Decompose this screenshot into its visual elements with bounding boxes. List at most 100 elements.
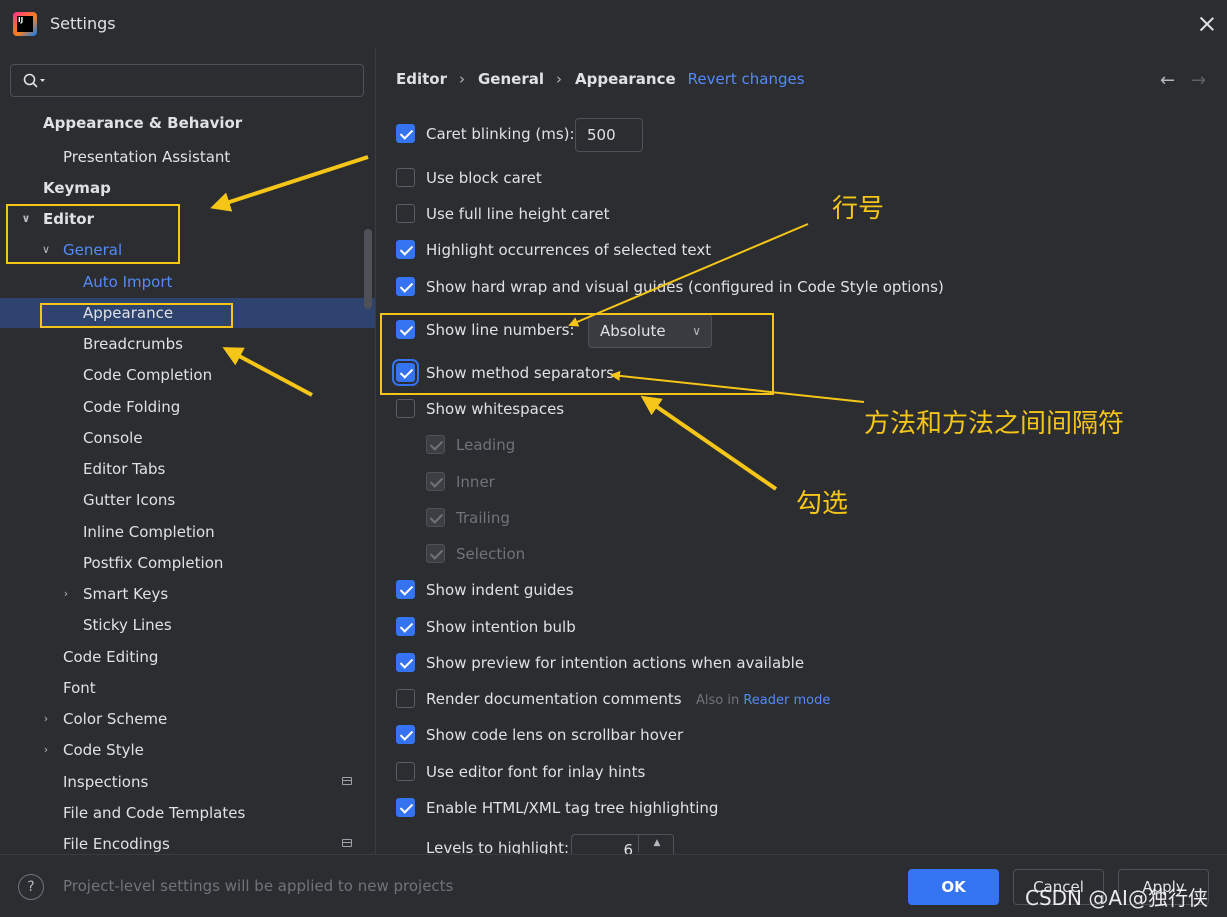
- sidebar-item-label: Font: [63, 679, 96, 697]
- sidebar-item-smart-keys[interactable]: › Smart Keys: [0, 579, 375, 609]
- sidebar-item-file-code-templates[interactable]: File and Code Templates: [0, 798, 375, 828]
- sidebar-item-label: Code Style: [63, 741, 144, 759]
- caret-blinking-field[interactable]: 500: [575, 118, 643, 152]
- checkbox[interactable]: [396, 168, 415, 187]
- window-title: Settings: [50, 14, 116, 33]
- sidebar-item-gutter-icons[interactable]: Gutter Icons: [0, 485, 375, 515]
- levels-to-highlight-label: Levels to highlight:: [426, 839, 570, 854]
- option-label: Highlight occurrences of selected text: [426, 241, 712, 259]
- sidebar-item-label: Inline Completion: [83, 523, 215, 541]
- sidebar-item-code-folding[interactable]: Code Folding: [0, 392, 375, 422]
- checkbox: [426, 472, 445, 491]
- sidebar-item-label: Appearance & Behavior: [43, 114, 243, 132]
- sidebar-item-label: Sticky Lines: [83, 616, 172, 634]
- sidebar-item-code-editing[interactable]: Code Editing: [0, 642, 375, 672]
- checkbox[interactable]: [396, 725, 415, 744]
- option-label: Show preview for intention actions when …: [426, 654, 805, 672]
- sidebar-item-console[interactable]: Console: [0, 423, 375, 453]
- chevron-right-icon[interactable]: ›: [39, 704, 53, 734]
- option-label: Trailing: [456, 509, 510, 527]
- sidebar-item-inline-completion[interactable]: Inline Completion: [0, 517, 375, 547]
- sidebar-item-label: File Encodings: [63, 835, 170, 853]
- search-icon: [23, 73, 45, 88]
- sidebar-item-file-encodings[interactable]: File Encodings: [0, 829, 375, 854]
- settings-sidebar: Appearance & Behavior Presentation Assis…: [0, 48, 375, 854]
- checkbox[interactable]: [396, 240, 415, 259]
- checkbox[interactable]: [396, 124, 415, 143]
- breadcrumb-general[interactable]: General: [478, 70, 544, 88]
- checkbox[interactable]: [396, 204, 415, 223]
- project-settings-icon: [342, 839, 352, 847]
- checkbox[interactable]: [396, 653, 415, 672]
- sidebar-item-label: Smart Keys: [83, 585, 169, 603]
- sidebar-item-postfix-completion[interactable]: Postfix Completion: [0, 548, 375, 578]
- reader-mode-link[interactable]: Reader mode: [743, 693, 830, 708]
- sidebar-item-label: File and Code Templates: [63, 804, 246, 822]
- ok-button[interactable]: OK: [908, 869, 999, 905]
- breadcrumb-separator: ›: [556, 70, 562, 88]
- annotation-check: 勾选: [796, 489, 849, 519]
- option-label: Enable HTML/XML tag tree highlighting: [426, 799, 719, 817]
- sidebar-item-label: Editor Tabs: [83, 460, 166, 478]
- option-label: Use full line height caret: [426, 205, 610, 223]
- checkbox[interactable]: [396, 580, 415, 599]
- breadcrumb-appearance: Appearance: [575, 70, 676, 88]
- sidebar-item-font[interactable]: Font: [0, 673, 375, 703]
- sidebar-item-label: Code Editing: [63, 648, 159, 666]
- sidebar-item-label: Inspections: [63, 773, 149, 791]
- sidebar-item-label: Code Folding: [83, 398, 181, 416]
- breadcrumb-editor[interactable]: Editor: [396, 70, 447, 88]
- back-arrow-icon[interactable]: ←: [1160, 70, 1175, 91]
- option-label: Selection: [456, 545, 526, 563]
- levels-to-highlight-spinner[interactable]: 6 ▲: [571, 834, 674, 854]
- option-label: Use editor font for inlay hints: [426, 763, 646, 781]
- option-label: Caret blinking (ms):: [426, 125, 575, 143]
- sidebar-item-label: Auto Import: [83, 273, 173, 291]
- sidebar-item-code-completion[interactable]: Code Completion: [0, 360, 375, 390]
- spinner-up-icon[interactable]: ▲: [638, 835, 675, 852]
- project-settings-note: Project-level settings will be applied t…: [63, 877, 454, 895]
- chevron-right-icon[interactable]: ›: [59, 579, 73, 609]
- search-input[interactable]: [10, 64, 364, 97]
- option-label: Show hard wrap and visual guides (config…: [426, 278, 944, 296]
- checkbox[interactable]: [396, 277, 415, 296]
- sidebar-item-keymap[interactable]: Keymap: [0, 173, 375, 203]
- sidebar-scrollbar[interactable]: [364, 229, 372, 309]
- sidebar-item-label: Breadcrumbs: [83, 335, 183, 353]
- sidebar-item-auto-import[interactable]: Auto Import: [0, 267, 375, 297]
- option-label: Leading: [456, 436, 516, 454]
- sidebar-item-appearance-behavior[interactable]: Appearance & Behavior: [0, 108, 375, 138]
- sidebar-item-label: Presentation Assistant: [63, 148, 231, 166]
- project-settings-icon: [342, 777, 352, 785]
- sidebar-item-inspections[interactable]: Inspections: [0, 767, 375, 797]
- highlight-box-line-numbers-separators: [380, 313, 774, 395]
- sidebar-item-label: Keymap: [43, 179, 111, 197]
- close-icon[interactable]: [1193, 10, 1221, 38]
- sidebar-item-label: Postfix Completion: [83, 554, 224, 572]
- checkbox[interactable]: [396, 617, 415, 636]
- sidebar-item-color-scheme[interactable]: › Color Scheme: [0, 704, 375, 734]
- chevron-right-icon[interactable]: ›: [39, 735, 53, 765]
- annotation-line-numbers: 行号: [832, 194, 885, 224]
- help-icon[interactable]: ?: [18, 874, 44, 900]
- spinner-value: 6: [623, 841, 633, 854]
- option-label: Show intention bulb: [426, 618, 576, 636]
- settings-content: Editor › General › Appearance Revert changes …: [376, 48, 1227, 854]
- revert-changes-link[interactable]: Revert changes: [688, 70, 805, 88]
- sidebar-item-code-style[interactable]: › Code Style: [0, 735, 375, 765]
- option-label: Show code lens on scrollbar hover: [426, 726, 684, 744]
- checkbox[interactable]: [396, 399, 415, 418]
- sidebar-item-editor-tabs[interactable]: Editor Tabs: [0, 454, 375, 484]
- sidebar-item-presentation-assistant[interactable]: Presentation Assistant: [0, 142, 375, 172]
- checkbox[interactable]: [396, 762, 415, 781]
- sidebar-item-sticky-lines[interactable]: Sticky Lines: [0, 610, 375, 640]
- checkbox[interactable]: [396, 798, 415, 817]
- checkbox: [426, 544, 445, 563]
- watermark: CSDN @AI@独行侠: [1025, 886, 1208, 910]
- option-label: Inner: [456, 473, 495, 491]
- sidebar-item-breadcrumbs[interactable]: Breadcrumbs: [0, 329, 375, 359]
- hint-prefix: Also in: [696, 693, 740, 708]
- checkbox: [426, 508, 445, 527]
- checkbox[interactable]: [396, 689, 415, 708]
- forward-arrow-icon: →: [1191, 70, 1207, 91]
